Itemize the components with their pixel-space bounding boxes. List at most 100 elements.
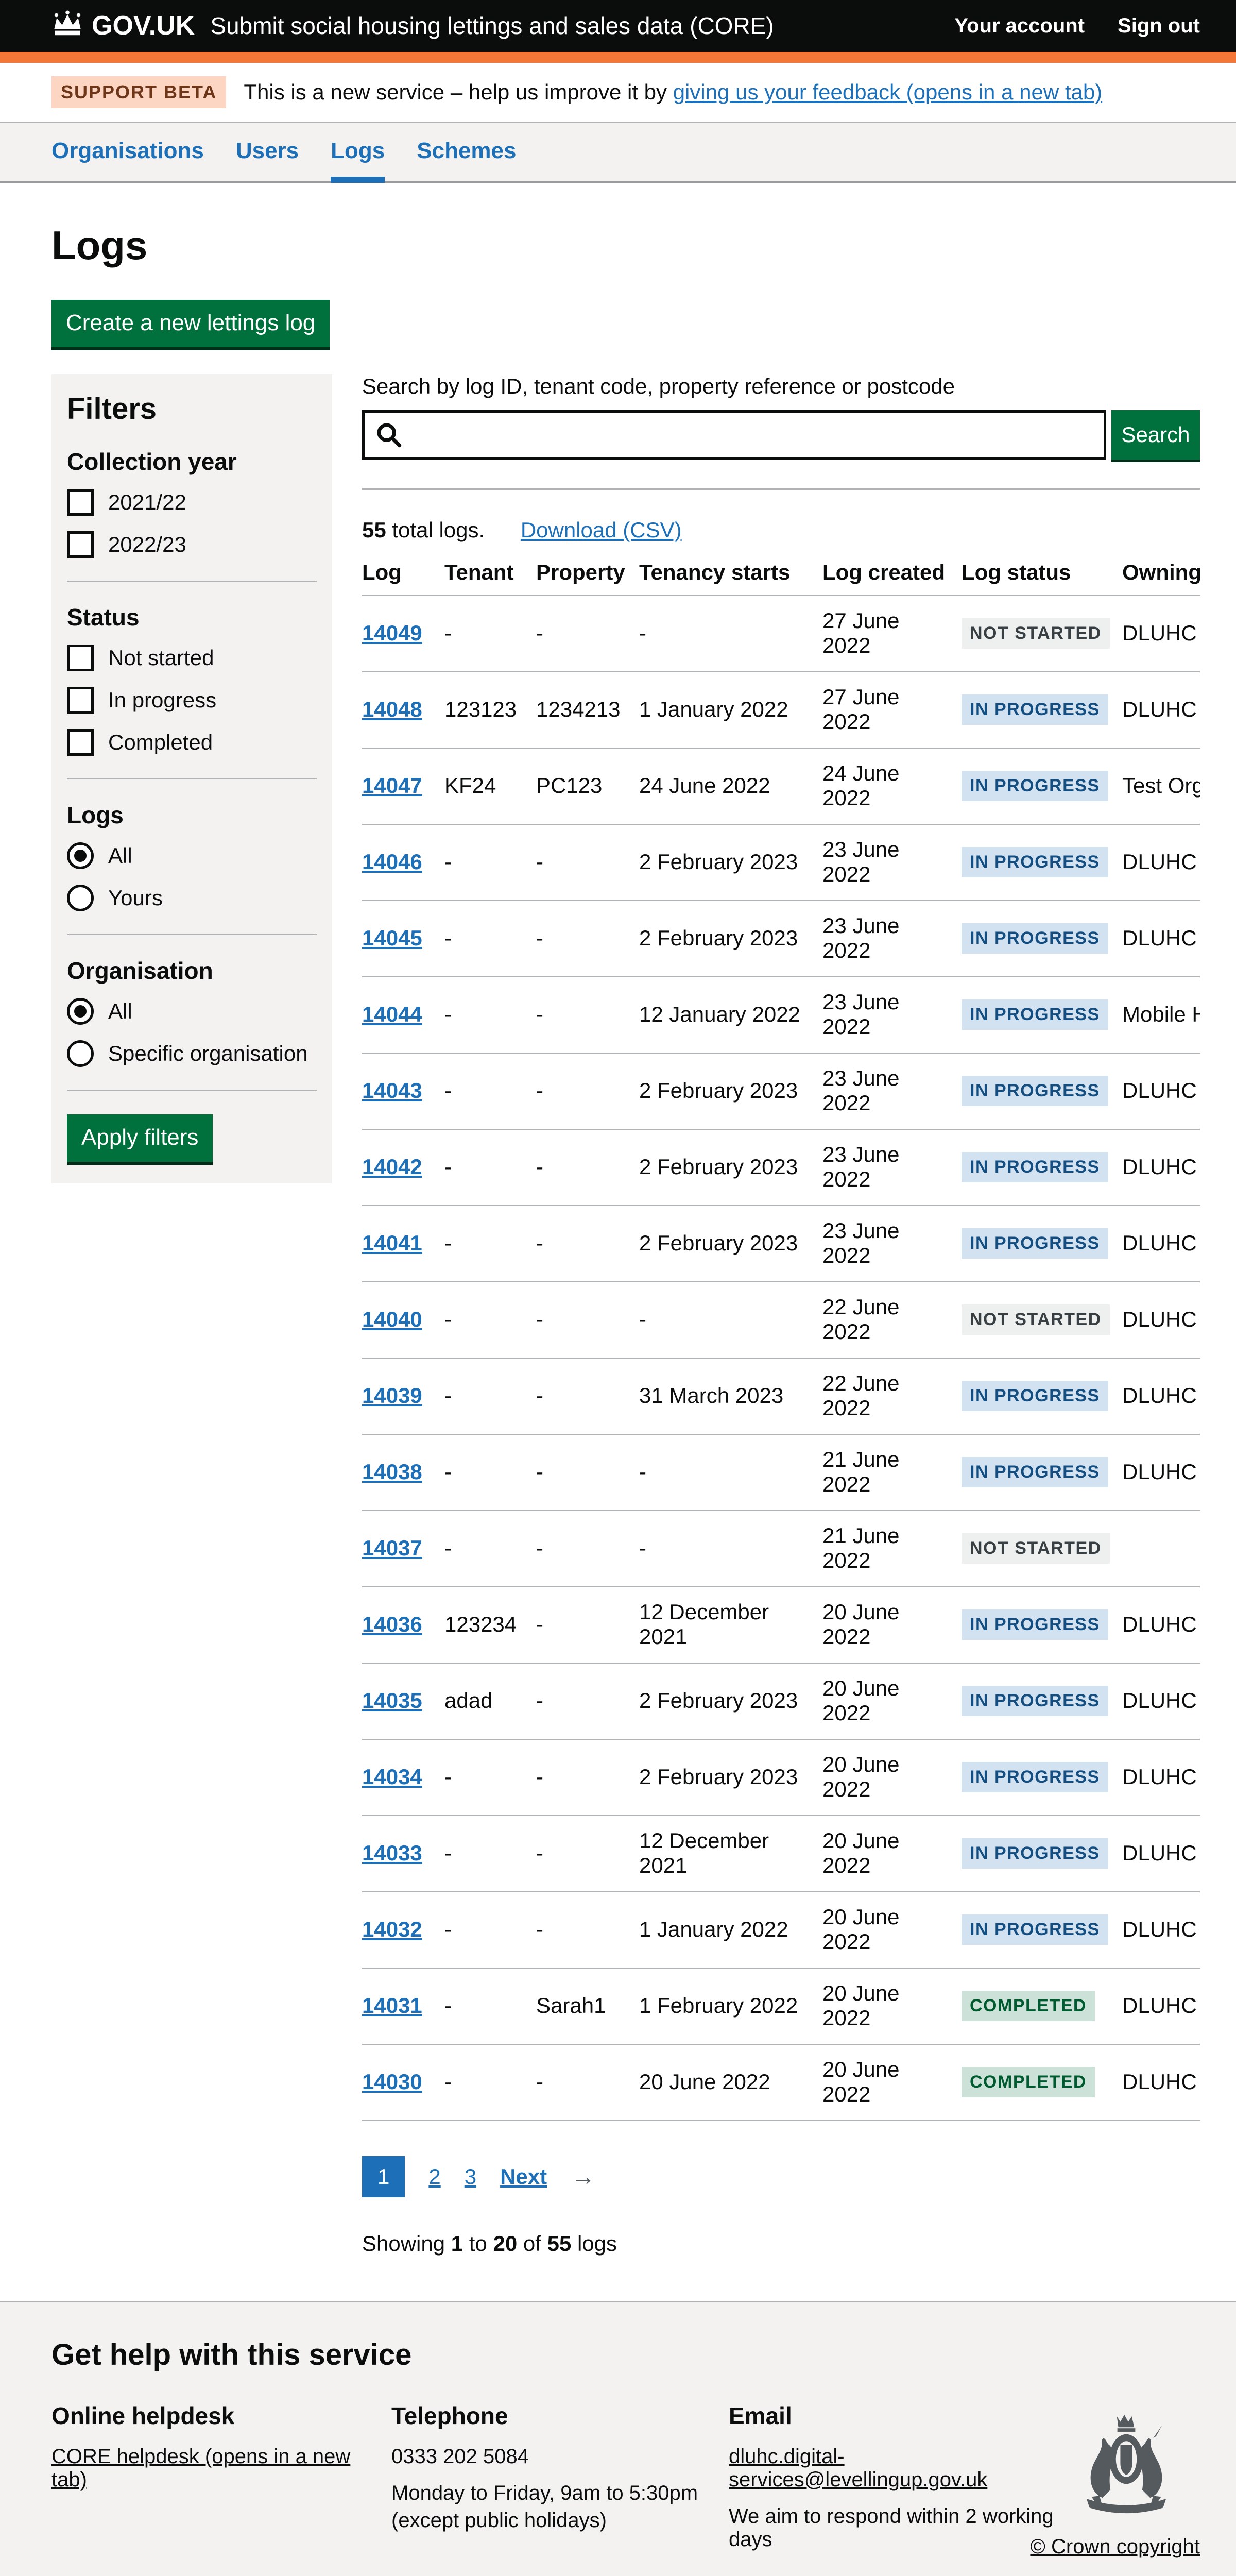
log-id-cell: 14045: [362, 901, 444, 977]
log-link[interactable]: 14033: [362, 1841, 422, 1865]
tenancy-starts-cell: 1 January 2022: [639, 1892, 822, 1968]
download-csv-link[interactable]: Download (CSV): [521, 518, 682, 542]
log-link[interactable]: 14048: [362, 697, 422, 721]
log-link[interactable]: 14035: [362, 1688, 422, 1713]
search-button[interactable]: Search: [1111, 410, 1200, 460]
log-link[interactable]: 14045: [362, 926, 422, 950]
checkbox-box: [67, 645, 94, 671]
arrow-right-icon: →: [571, 2163, 595, 2191]
apply-filters-button[interactable]: Apply filters: [67, 1114, 213, 1162]
pagination-page-1-current[interactable]: 1: [362, 2156, 405, 2197]
checkbox-completed[interactable]: Completed: [67, 729, 317, 756]
checkbox-in-progress[interactable]: In progress: [67, 687, 317, 714]
column-header-log-status: Log status: [962, 552, 1122, 596]
showing-suffix: logs: [571, 2231, 617, 2256]
log-link[interactable]: 14040: [362, 1307, 422, 1331]
core-helpdesk-link[interactable]: CORE helpdesk (opens in a new tab): [52, 2445, 391, 2492]
search-input[interactable]: [362, 410, 1106, 460]
tab-users[interactable]: Users: [236, 123, 299, 181]
log-link[interactable]: 14031: [362, 1993, 422, 2018]
status-badge: IN PROGRESS: [962, 1228, 1108, 1259]
pagination-next-link[interactable]: Next: [500, 2164, 547, 2189]
radio-logs-all[interactable]: All: [67, 842, 317, 869]
service-name-link[interactable]: Submit social housing lettings and sales…: [210, 12, 774, 40]
log-created-cell: 27 June 2022: [822, 596, 962, 672]
telephone-note: (except public holidays): [391, 2509, 729, 2532]
log-link[interactable]: 14043: [362, 1078, 422, 1103]
your-account-link[interactable]: Your account: [954, 14, 1085, 38]
radio-organisation-specific[interactable]: Specific organisation: [67, 1040, 317, 1067]
log-link[interactable]: 14044: [362, 1002, 422, 1026]
tenant-cell: -: [444, 1282, 536, 1358]
logs-table: Log Tenant Property Tenancy starts Log c…: [362, 552, 1200, 2121]
feedback-link[interactable]: giving us your feedback (opens in a new …: [673, 80, 1103, 104]
table-row: 14031-Sarah11 February 202220 June 2022C…: [362, 1968, 1200, 2044]
log-link[interactable]: 14038: [362, 1460, 422, 1484]
log-link[interactable]: 14039: [362, 1383, 422, 1408]
log-link[interactable]: 14037: [362, 1536, 422, 1560]
log-status-cell: IN PROGRESS: [962, 1358, 1122, 1434]
tenancy-starts-cell: 12 January 2022: [639, 977, 822, 1053]
log-status-cell: IN PROGRESS: [962, 1739, 1122, 1816]
checkbox-2021-22[interactable]: 2021/22: [67, 489, 317, 516]
log-created-cell: 22 June 2022: [822, 1282, 962, 1358]
property-cell: -: [536, 1053, 639, 1129]
checkbox-box: [67, 687, 94, 714]
radio-label: All: [108, 843, 132, 868]
radio-organisation-all[interactable]: All: [67, 998, 317, 1025]
column-header-log-created: Log created: [822, 552, 962, 596]
radio-logs-yours[interactable]: Yours: [67, 885, 317, 911]
create-lettings-log-button[interactable]: Create a new lettings log: [52, 300, 330, 347]
owning-organisation-cell: DLUHC: [1122, 1282, 1200, 1358]
showing-total: 55: [547, 2231, 572, 2256]
govuk-logo-link[interactable]: GOV.UK: [52, 10, 195, 42]
crown-copyright-link[interactable]: © Crown copyright: [1030, 2535, 1200, 2558]
owning-organisation-cell: DLUHC Test: [1122, 901, 1200, 977]
log-link[interactable]: 14036: [362, 1612, 422, 1636]
email-link[interactable]: dluhc.digital-services@levellingup.gov.u…: [729, 2445, 1089, 2492]
telephone-hours: Monday to Friday, 9am to 5:30pm: [391, 2482, 729, 2505]
tenancy-starts-cell: -: [639, 1511, 822, 1587]
search-icon: [375, 421, 402, 453]
telephone-heading: Telephone: [391, 2402, 729, 2430]
checkbox-not-started[interactable]: Not started: [67, 645, 317, 671]
log-link[interactable]: 14030: [362, 2070, 422, 2094]
radio-control: [67, 1040, 94, 1067]
log-link[interactable]: 14032: [362, 1917, 422, 1941]
log-status-cell: IN PROGRESS: [962, 1129, 1122, 1206]
checkbox-2022-23[interactable]: 2022/23: [67, 531, 317, 558]
log-status-cell: COMPLETED: [962, 1968, 1122, 2044]
tab-logs[interactable]: Logs: [331, 123, 385, 181]
log-link[interactable]: 14049: [362, 621, 422, 645]
log-id-cell: 14047: [362, 748, 444, 824]
showing-to-word: to: [463, 2231, 493, 2256]
log-id-cell: 14037: [362, 1511, 444, 1587]
log-link[interactable]: 14042: [362, 1155, 422, 1179]
owning-organisation-cell: DLUHC Test: [1122, 1968, 1200, 2044]
tab-schemes[interactable]: Schemes: [417, 123, 516, 181]
owning-organisation-cell: DLUHC Test: [1122, 1739, 1200, 1816]
table-row: 14047KF24PC12324 June 202224 June 2022IN…: [362, 748, 1200, 824]
log-link[interactable]: 14034: [362, 1765, 422, 1789]
pagination-page-3[interactable]: 3: [465, 2164, 476, 2189]
pagination-page-2[interactable]: 2: [428, 2164, 440, 2189]
status-badge: NOT STARTED: [962, 1533, 1110, 1564]
log-link[interactable]: 14041: [362, 1231, 422, 1255]
property-cell: -: [536, 1129, 639, 1206]
status-badge: IN PROGRESS: [962, 1457, 1108, 1487]
log-created-cell: 21 June 2022: [822, 1434, 962, 1511]
total-logs-count: 55: [362, 518, 386, 542]
filter-divider: [67, 1090, 317, 1091]
owning-organisation-cell: DLUHC Test: [1122, 2044, 1200, 2121]
log-link[interactable]: 14047: [362, 773, 422, 798]
owning-organisation-cell: DLUHC: [1122, 1434, 1200, 1511]
status-badge: IN PROGRESS: [962, 1762, 1108, 1792]
tab-organisations[interactable]: Organisations: [52, 123, 204, 181]
log-created-cell: 23 June 2022: [822, 824, 962, 901]
log-link[interactable]: 14046: [362, 850, 422, 874]
primary-navigation: Organisations Users Logs Schemes: [0, 123, 1236, 183]
table-row: 14039--31 March 202322 June 2022IN PROGR…: [362, 1358, 1200, 1434]
tenancy-starts-cell: 2 February 2023: [639, 1663, 822, 1739]
sign-out-link[interactable]: Sign out: [1118, 14, 1200, 38]
showing-summary: Showing 1 to 20 of 55 logs: [362, 2231, 1200, 2256]
